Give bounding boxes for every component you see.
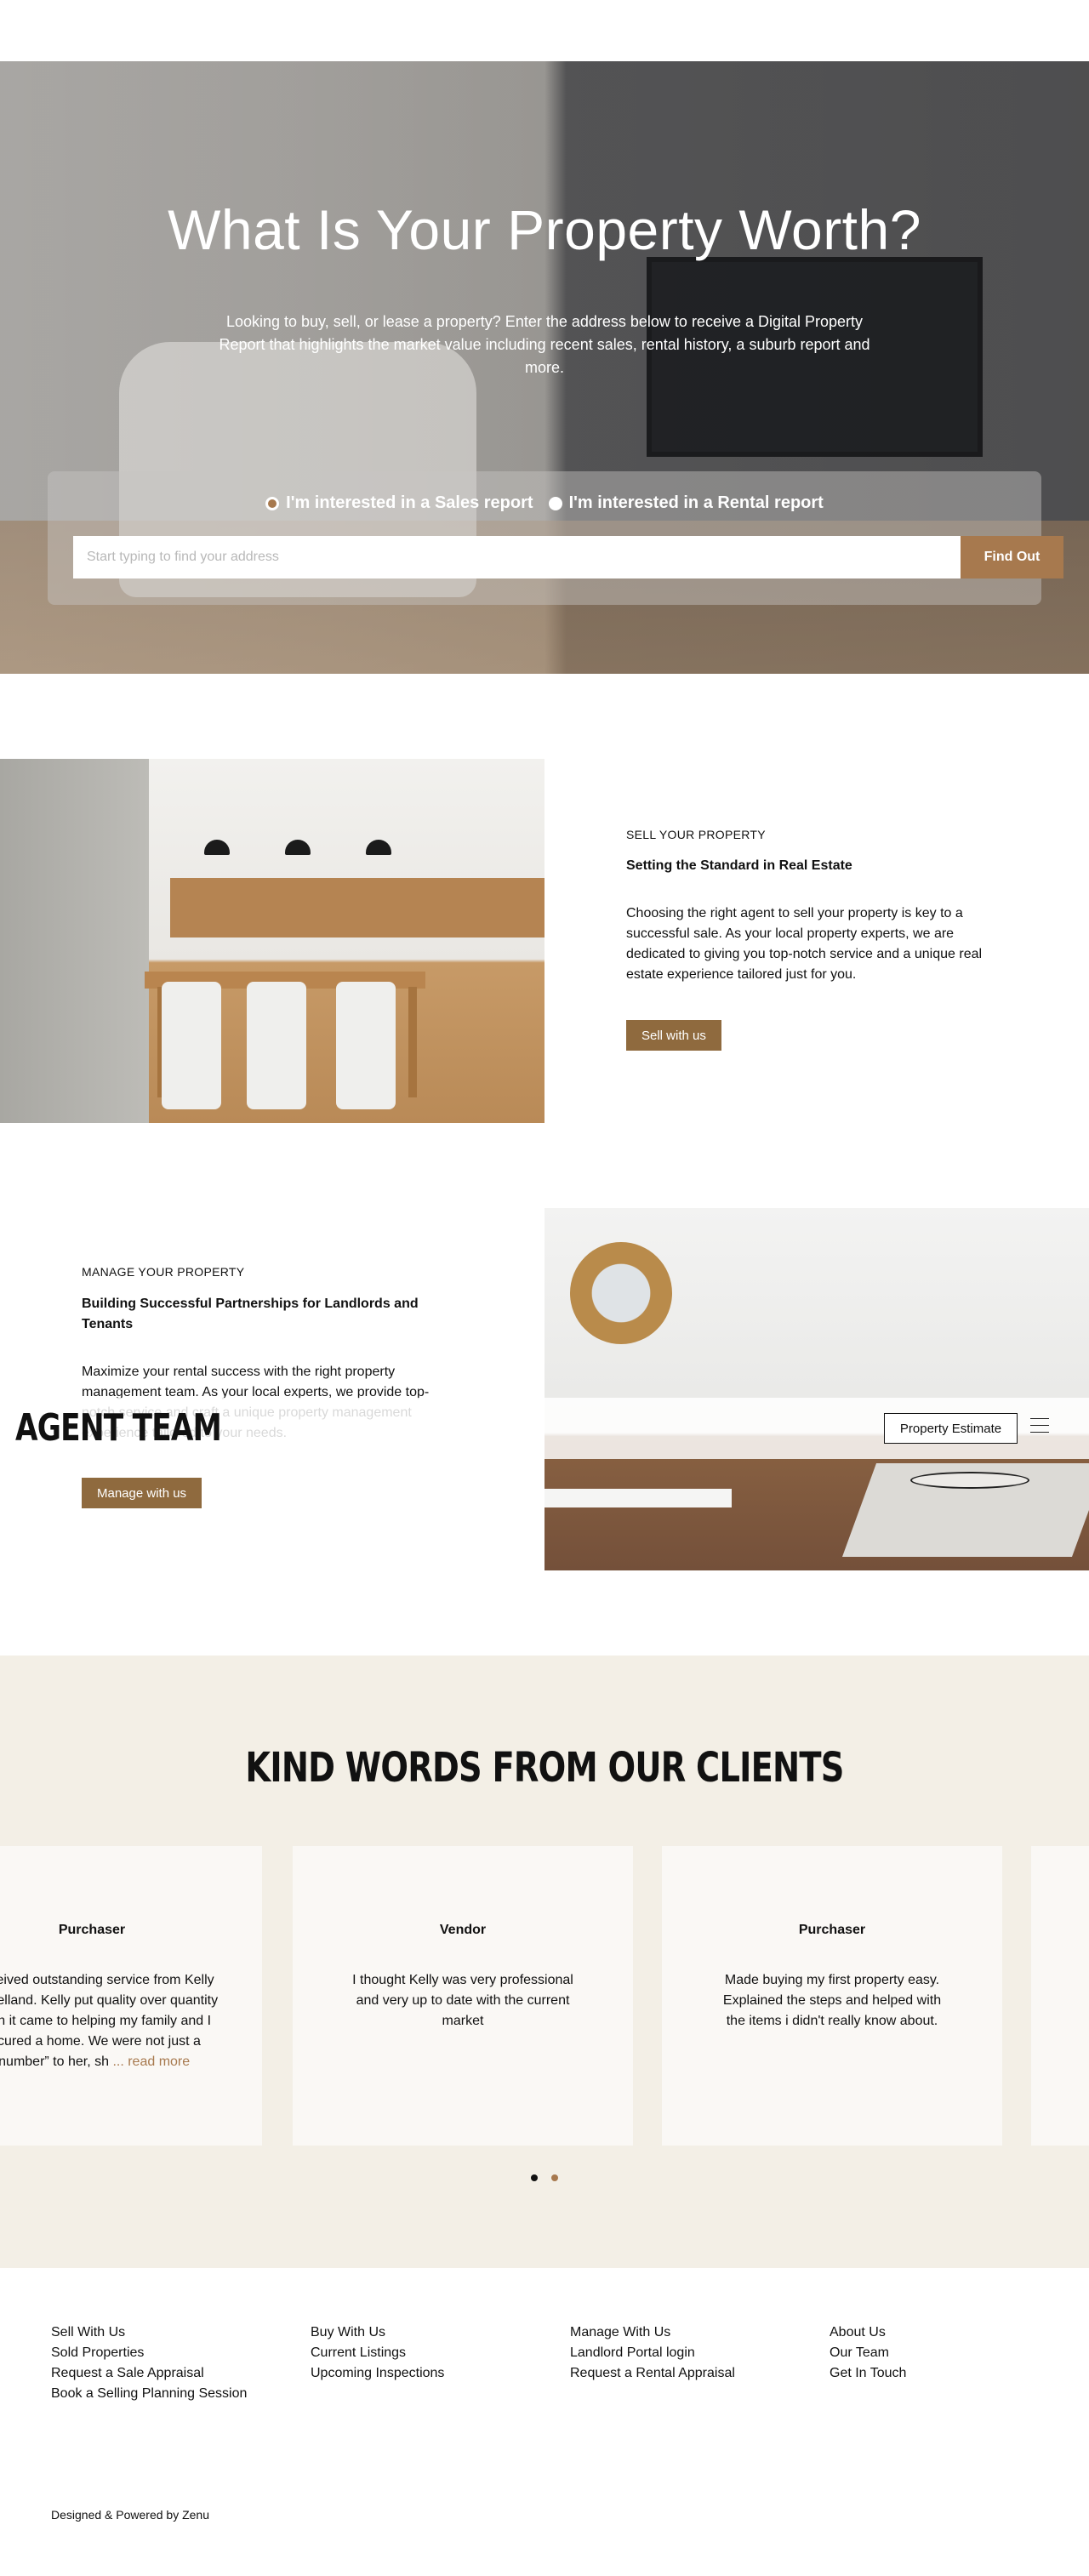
sunburst-mirror — [570, 1242, 672, 1344]
dining-chair — [336, 982, 396, 1109]
testimonial-text: Made buying my first property easy. Expl… — [722, 1973, 942, 2028]
radio-rental-label[interactable]: I'm interested in a Rental report — [569, 493, 824, 513]
pendant-lamp — [366, 840, 391, 855]
coffee-table — [910, 1472, 1029, 1489]
address-search-input[interactable] — [73, 536, 961, 578]
footer-link[interactable]: Landlord Portal login — [570, 2343, 735, 2363]
manage-with-us-button[interactable]: Manage with us — [82, 1478, 202, 1508]
testimonial-role: Purchaser — [798, 1923, 866, 1937]
footer-link[interactable]: Request a Rental Appraisal — [570, 2363, 735, 2384]
kitchen-upper-cabinets — [170, 878, 544, 938]
find-out-button[interactable]: Find Out — [961, 536, 1063, 578]
testimonial-card-partial — [1031, 1846, 1089, 2146]
kitchen-dining-image — [0, 759, 544, 1123]
page: What Is Your Property Worth? Looking to … — [0, 0, 1089, 2576]
footer-link[interactable]: Current Listings — [311, 2343, 444, 2363]
testimonial-text: I received outstanding service from Kell… — [0, 1970, 228, 2072]
address-search-panel: I'm interested in a Sales report I'm int… — [48, 471, 1063, 605]
manage-title: Building Successful Partnerships for Lan… — [82, 1297, 419, 1331]
dining-chair — [247, 982, 306, 1109]
kitchen-wall-cabinets — [0, 759, 149, 1123]
hero-title: What Is Your Property Worth? — [168, 198, 921, 261]
site-logo[interactable]: AGENT TEAM — [15, 1406, 222, 1450]
table-leg — [408, 987, 417, 1097]
footer-column-sell: Sell With Us Sold Properties Request a S… — [51, 2322, 247, 2404]
radio-rental-report[interactable]: I'm interested in a Rental report — [548, 493, 824, 513]
sell-body: Choosing the right agent to sell your pr… — [626, 906, 983, 982]
footer-link[interactable]: Request a Sale Appraisal — [51, 2363, 247, 2384]
footer-link[interactable]: Sold Properties — [51, 2343, 247, 2363]
radio-sales-report[interactable]: I'm interested in a Sales report — [265, 493, 533, 513]
footer-column-buy: Buy With Us Current Listings Upcoming In… — [311, 2322, 444, 2384]
pendant-lamp — [204, 840, 230, 855]
pendant-lamp — [285, 840, 311, 855]
sell-with-us-button[interactable]: Sell with us — [626, 1020, 721, 1051]
radio-rental-icon[interactable] — [548, 496, 562, 510]
footer-link[interactable]: Upcoming Inspections — [311, 2363, 444, 2384]
footer-link[interactable]: Buy With Us — [311, 2322, 444, 2343]
read-more-link[interactable]: ... read more — [109, 2055, 190, 2069]
testimonial-role: Purchaser — [58, 1923, 126, 1937]
footer-column-about: About Us Our Team Get In Touch — [830, 2322, 906, 2384]
radio-sales-icon[interactable] — [265, 496, 280, 510]
testimonial-card: Purchaser I received outstanding service… — [0, 1846, 262, 2146]
menu-line — [1030, 1432, 1049, 1433]
sell-eyebrow: SELL YOUR PROPERTY — [626, 828, 766, 841]
footer-link[interactable]: About Us — [830, 2322, 906, 2343]
carousel-dot[interactable] — [531, 2174, 538, 2181]
footer-column-manage: Manage With Us Landlord Portal login Req… — [570, 2322, 735, 2384]
footer-link[interactable]: Manage With Us — [570, 2322, 735, 2343]
sell-title: Setting the Standard in Real Estate — [626, 858, 852, 873]
testimonial-role: Vendor — [439, 1923, 487, 1937]
hamburger-icon[interactable] — [1030, 1418, 1049, 1437]
testimonial-text: I thought Kelly was very professional an… — [352, 1973, 573, 2028]
footer-credit[interactable]: Designed & Powered by Zenu — [51, 2508, 209, 2522]
menu-line — [1030, 1418, 1049, 1419]
carousel-dots — [0, 2174, 1089, 2181]
carousel-dot-active[interactable] — [551, 2174, 558, 2181]
footer-link[interactable]: Sell With Us — [51, 2322, 247, 2343]
testimonial-card: Vendor I thought Kelly was very professi… — [293, 1846, 633, 2146]
hero-subtitle: Looking to buy, sell, or lease a propert… — [219, 313, 870, 376]
console-table — [544, 1489, 732, 1507]
footer-link[interactable]: Our Team — [830, 2343, 906, 2363]
property-estimate-button[interactable]: Property Estimate — [884, 1413, 1018, 1444]
living-room-image — [544, 1208, 1089, 1570]
footer-link[interactable]: Book a Selling Planning Session — [51, 2384, 247, 2404]
report-type-radio-group: I'm interested in a Sales report I'm int… — [48, 493, 1041, 513]
radio-sales-label[interactable]: I'm interested in a Sales report — [286, 493, 533, 513]
footer-link[interactable]: Get In Touch — [830, 2363, 906, 2384]
testimonials-section: KIND WORDS FROM OUR CLIENTS Purchaser I … — [0, 1656, 1089, 2268]
testimonial-card: Purchaser Made buying my first property … — [662, 1846, 1002, 2146]
hero-section: What Is Your Property Worth? Looking to … — [0, 61, 1089, 674]
manage-eyebrow: MANAGE YOUR PROPERTY — [82, 1265, 245, 1279]
menu-line — [1030, 1425, 1049, 1426]
dining-chair — [162, 982, 221, 1109]
testimonials-title: KIND WORDS FROM OUR CLIENTS — [245, 1744, 844, 1792]
